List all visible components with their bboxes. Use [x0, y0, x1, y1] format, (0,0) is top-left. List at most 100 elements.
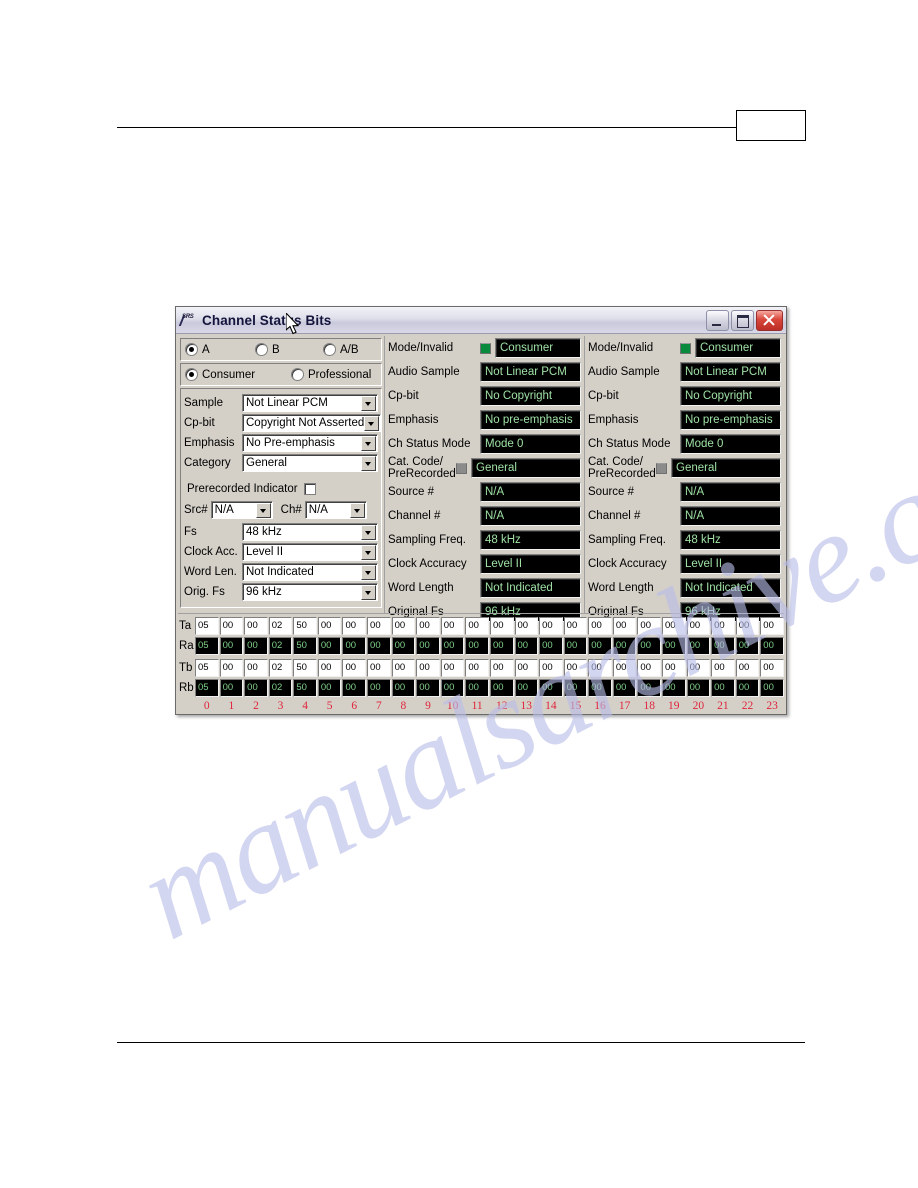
hex-cell[interactable]: 00: [465, 658, 489, 677]
hex-cell[interactable]: 00: [391, 658, 416, 677]
chevron-down-icon[interactable]: [361, 564, 376, 580]
readout-label: Emphasis: [588, 413, 639, 426]
radio-ab-indicator: [323, 343, 336, 356]
window-titlebar[interactable]: SRS Channel Status Bits: [176, 307, 786, 334]
chevron-down-icon[interactable]: [361, 455, 376, 471]
hex-cell[interactable]: 00: [219, 616, 244, 635]
hex-cell[interactable]: 00: [588, 616, 612, 635]
clock-acc-dropdown[interactable]: Level II: [242, 543, 378, 561]
hex-cell[interactable]: 00: [735, 616, 760, 635]
hex-cell[interactable]: 05: [195, 616, 219, 635]
hex-cell[interactable]: 50: [293, 616, 317, 635]
channel-select-group: A B A/B: [180, 338, 382, 361]
hex-cell: 00: [489, 678, 514, 697]
hex-cell[interactable]: 00: [760, 658, 784, 677]
hex-cell[interactable]: 00: [244, 658, 268, 677]
hex-cell[interactable]: 00: [367, 616, 391, 635]
hex-cell[interactable]: 00: [440, 658, 465, 677]
readout-value-box: Mode 0: [480, 434, 581, 454]
field-clock-acc: Clock Acc. Level II: [184, 543, 378, 561]
hex-cell[interactable]: 00: [637, 658, 661, 677]
hex-cell[interactable]: 00: [563, 658, 588, 677]
hex-cell: 00: [391, 678, 416, 697]
src-number-dropdown[interactable]: N/A: [210, 501, 273, 519]
readout-value: No Copyright: [685, 390, 753, 402]
hex-cell[interactable]: 00: [539, 658, 563, 677]
hex-cell[interactable]: 02: [268, 658, 293, 677]
hex-cell[interactable]: 00: [760, 616, 784, 635]
hex-cell[interactable]: 00: [711, 658, 735, 677]
hex-cell[interactable]: 00: [735, 658, 760, 677]
ch-number-dropdown[interactable]: N/A: [304, 501, 367, 519]
chevron-down-icon[interactable]: [361, 435, 376, 451]
hex-cell[interactable]: 00: [342, 616, 367, 635]
hex-cell[interactable]: 00: [489, 658, 514, 677]
hex-cell[interactable]: 00: [416, 658, 440, 677]
hex-cell[interactable]: 00: [317, 616, 342, 635]
chevron-down-icon[interactable]: [361, 584, 376, 600]
hex-cell[interactable]: 00: [342, 658, 367, 677]
maximize-button[interactable]: [731, 309, 754, 331]
hex-cell: 00: [465, 636, 489, 655]
hex-cell[interactable]: 00: [416, 616, 440, 635]
hex-cell[interactable]: 00: [612, 616, 637, 635]
hex-cell[interactable]: 00: [661, 658, 686, 677]
fs-dropdown[interactable]: 48 kHz: [242, 523, 378, 541]
hex-cell[interactable]: 00: [440, 616, 465, 635]
category-dropdown[interactable]: General: [242, 454, 378, 472]
hex-cell[interactable]: 00: [612, 658, 637, 677]
readout-value: Consumer: [500, 342, 554, 354]
radio-professional[interactable]: Professional: [291, 368, 371, 381]
sample-dropdown[interactable]: Not Linear PCM: [242, 394, 378, 412]
hex-cell[interactable]: 00: [711, 616, 735, 635]
radio-consumer[interactable]: Consumer: [185, 368, 291, 381]
hex-cell: 00: [514, 678, 539, 697]
hex-cell[interactable]: 00: [588, 658, 612, 677]
hex-cell[interactable]: 00: [514, 658, 539, 677]
hex-cell[interactable]: 00: [244, 616, 268, 635]
orig-fs-dropdown[interactable]: 96 kHz: [242, 583, 378, 601]
hex-cell: 00: [440, 636, 465, 655]
hex-cell: 00: [244, 636, 268, 655]
hex-cell[interactable]: 00: [661, 616, 686, 635]
hex-cell[interactable]: 00: [465, 616, 489, 635]
field-fs: Fs 48 kHz: [184, 523, 378, 541]
radio-channel-ab[interactable]: A/B: [323, 343, 359, 356]
radio-channel-a[interactable]: A: [185, 343, 255, 356]
chevron-down-icon[interactable]: [364, 415, 380, 431]
hex-cell[interactable]: 05: [195, 658, 219, 677]
hex-cell[interactable]: 00: [317, 658, 342, 677]
prerecorded-indicator-checkbox[interactable]: [303, 483, 316, 495]
hex-cell[interactable]: 00: [563, 616, 588, 635]
chevron-down-icon[interactable]: [349, 502, 365, 518]
field-orig-fs: Orig. Fs 96 kHz: [184, 583, 378, 601]
chevron-down-icon[interactable]: [255, 502, 271, 518]
chevron-down-icon[interactable]: [361, 395, 376, 411]
close-button[interactable]: [756, 309, 783, 331]
chevron-down-icon[interactable]: [361, 544, 376, 560]
srs-logo-icon: SRS: [178, 313, 198, 328]
readout-row: Word Length Not Indicated: [388, 578, 581, 598]
readout-value: Mode 0: [485, 438, 524, 450]
minimize-button[interactable]: [706, 309, 729, 331]
hex-cell[interactable]: 00: [539, 616, 563, 635]
chevron-down-icon[interactable]: [361, 524, 376, 540]
hex-cell[interactable]: 00: [637, 616, 661, 635]
hex-cell[interactable]: 00: [514, 616, 539, 635]
hex-cell[interactable]: 00: [391, 616, 416, 635]
hex-cell[interactable]: 50: [293, 658, 317, 677]
hex-cell[interactable]: 00: [367, 658, 391, 677]
hex-cell[interactable]: 00: [219, 658, 244, 677]
hex-cell[interactable]: 02: [268, 616, 293, 635]
emphasis-dropdown[interactable]: No Pre-emphasis: [242, 434, 378, 452]
hex-cell[interactable]: 00: [686, 616, 711, 635]
hex-cell[interactable]: 00: [489, 616, 514, 635]
cpbit-dropdown[interactable]: Copyright Not Asserted: [242, 414, 382, 432]
readout-row: Sampling Freq. 48 kHz: [388, 530, 581, 550]
radio-channel-b[interactable]: B: [255, 343, 323, 356]
hex-column-index: 4: [302, 699, 308, 712]
hex-cell[interactable]: 00: [686, 658, 711, 677]
hex-cells: 05 00 00 02 50 00 00 00 00 00 00 00 00 00 00 00 00 00 00 00…: [195, 678, 784, 697]
prerecorded-indicator-row[interactable]: Prerecorded Indicator: [181, 478, 381, 501]
word-len-dropdown[interactable]: Not Indicated: [242, 563, 378, 581]
